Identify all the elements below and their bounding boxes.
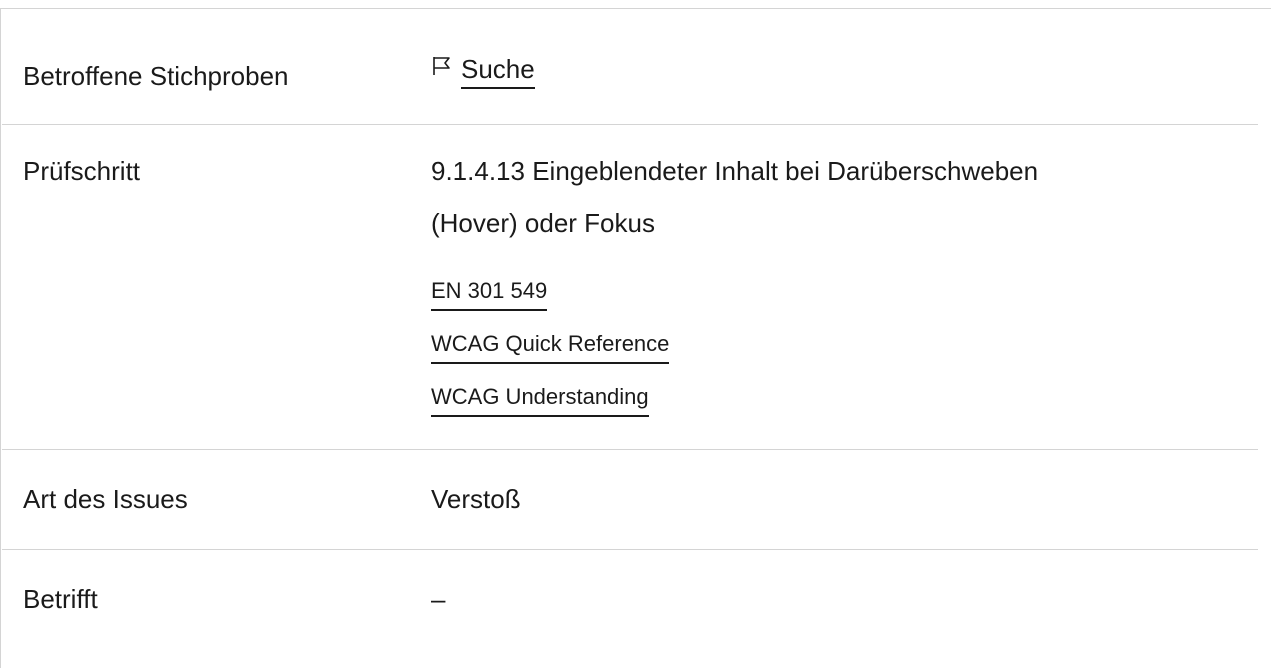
issue-type-value: Verstoß xyxy=(431,484,521,514)
affects-label: Betrifft xyxy=(23,584,98,614)
test-step-value: 9.1.4.13 Eingeblendeter Inhalt bei Darüb… xyxy=(431,145,1251,249)
sample-link-suche[interactable]: Suche xyxy=(461,54,535,89)
flag-icon xyxy=(433,57,450,75)
affected-samples-value: Suche xyxy=(431,49,535,89)
affected-samples-label: Betroffene Stichproben xyxy=(23,61,289,91)
divider xyxy=(2,449,1258,450)
affects-value: – xyxy=(431,584,446,614)
en-301-549-link[interactable]: EN 301 549 xyxy=(431,277,548,311)
test-step-title-line1: 9.1.4.13 Eingeblendeter Inhalt bei Darüb… xyxy=(431,156,1039,186)
issue-type-label: Art des Issues xyxy=(23,484,188,514)
wcag-quick-reference-link[interactable]: WCAG Quick Reference xyxy=(431,330,670,364)
test-step-label: Prüfschritt xyxy=(23,156,141,186)
issue-details-panel: Betroffene Stichproben Suche Prüfschritt… xyxy=(0,8,1271,668)
divider xyxy=(2,124,1258,125)
wcag-understanding-link[interactable]: WCAG Understanding xyxy=(431,383,649,417)
test-step-title-line2: (Hover) oder Fokus xyxy=(431,208,655,238)
divider xyxy=(2,549,1258,550)
